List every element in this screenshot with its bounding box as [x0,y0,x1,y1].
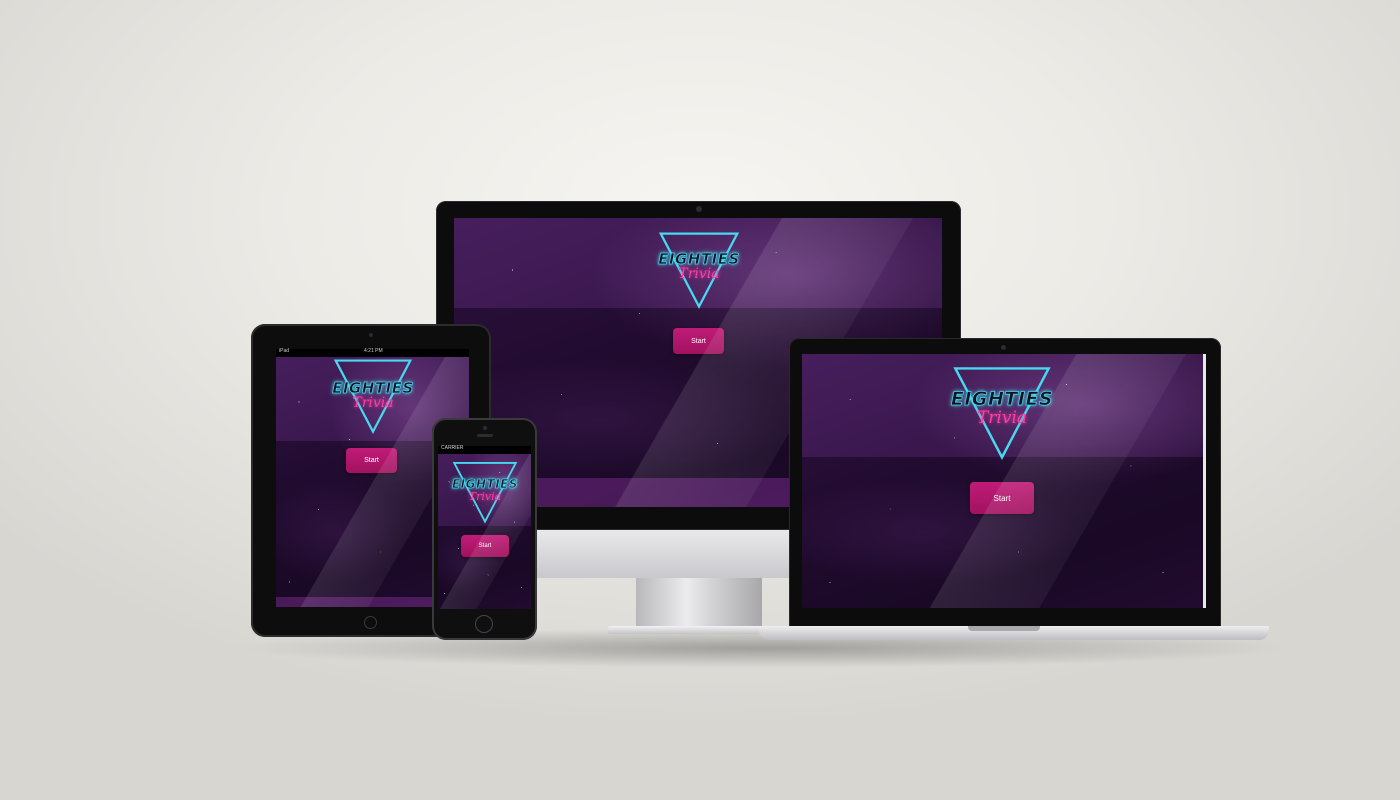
camera-icon [483,426,487,430]
status-bar: CARRIER [438,445,531,454]
status-device-label: iPad [279,348,290,354]
logo-word: EIGHTIES [950,388,1054,411]
logo: EIGHTIES Trivia [942,364,1062,464]
logo: EIGHTIES Trivia [653,230,745,312]
logo-subtitle: Trivia [352,395,394,411]
imac-stand [636,578,762,628]
speaker-grille [477,434,493,437]
start-button[interactable]: Start [673,328,724,354]
scrollbar[interactable] [1203,354,1206,608]
camera-icon [1001,345,1006,350]
home-button-icon[interactable] [475,615,493,633]
macbook-screen: EIGHTIES Trivia Start [802,354,1203,608]
main-section [802,457,1203,608]
logo-subtitle: Trivia [976,408,1028,428]
logo-word: EIGHTIES [451,477,519,492]
logo: EIGHTIES Trivia [445,460,525,526]
home-button-icon[interactable] [364,616,377,629]
macbook-notch [968,626,1040,631]
logo-subtitle: Trivia [468,490,502,503]
iphone-screen: EIGHTIES Trivia Start [438,454,531,609]
status-carrier: CARRIER [441,445,464,451]
camera-icon [369,333,373,337]
status-time: 4:21 PM [364,348,383,354]
start-button[interactable]: Start [461,535,509,557]
start-button[interactable]: Start [970,482,1034,514]
start-button[interactable]: Start [346,448,397,473]
logo: EIGHTIES Trivia [325,357,421,437]
status-bar: iPad 4:21 PM [276,348,469,357]
logo-subtitle: Trivia [678,266,720,282]
camera-icon [696,206,702,212]
